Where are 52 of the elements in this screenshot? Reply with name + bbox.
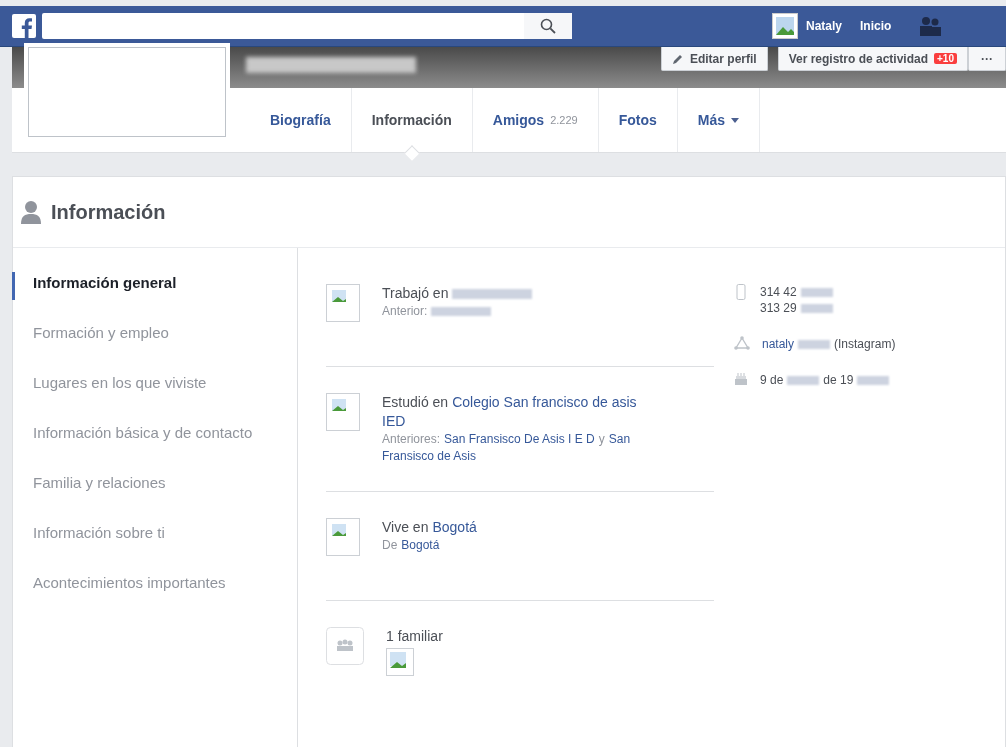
section-title: Información bbox=[51, 200, 166, 224]
redaction-mark bbox=[431, 307, 492, 317]
contact-text: 313 29 bbox=[760, 300, 837, 316]
entry-detail: Anterior: bbox=[382, 303, 537, 320]
triangle-nodes-icon bbox=[734, 336, 750, 350]
contact-text: nataly (Instagram) bbox=[762, 336, 897, 352]
entry-link[interactable]: Fransisco de Asis bbox=[382, 449, 477, 463]
contact-text: 314 42 bbox=[760, 284, 837, 300]
entry-detail: De Bogotá bbox=[382, 537, 441, 554]
entry-text: Estudió en Colegio San francisco de asis bbox=[382, 393, 638, 412]
entry-link[interactable]: Bogotá bbox=[432, 519, 477, 535]
broken-image-icon bbox=[326, 393, 360, 431]
broken-image-icon bbox=[772, 13, 798, 39]
more-button[interactable]: ··· bbox=[968, 47, 1006, 71]
pencil-icon bbox=[671, 52, 684, 65]
edit-profile-button[interactable]: Editar perfil bbox=[660, 47, 768, 71]
friend-count: 2.229 bbox=[550, 114, 578, 126]
entry-text: 1 familiar bbox=[386, 627, 444, 646]
search-field[interactable] bbox=[42, 13, 572, 39]
redaction-mark bbox=[800, 304, 833, 314]
profile-tab[interactable]: Más bbox=[677, 88, 761, 152]
broken-image-icon bbox=[326, 518, 360, 556]
entry-detail: Anteriores: San Fransisco De Asis I E D y San bbox=[382, 431, 632, 448]
profile-tab[interactable]: Biografía bbox=[250, 88, 352, 152]
logo-icon[interactable] bbox=[12, 14, 36, 38]
sidebar-item[interactable]: Información general bbox=[12, 272, 297, 300]
profile-tab[interactable]: Fotos bbox=[598, 88, 678, 152]
phone-icon bbox=[734, 284, 748, 300]
home-link[interactable]: Inicio bbox=[860, 19, 892, 33]
entry-link[interactable]: Bogotá bbox=[401, 538, 440, 552]
broken-image-icon bbox=[326, 284, 360, 322]
entry-text: Trabajó en bbox=[382, 284, 537, 303]
person-icon bbox=[21, 200, 41, 224]
contact-text: 9 de de 19 bbox=[760, 372, 894, 388]
redaction-mark bbox=[857, 376, 890, 386]
family-icon bbox=[326, 627, 364, 665]
entry-text: Vive en Bogotá bbox=[382, 518, 478, 537]
profile-link[interactable]: Nataly bbox=[772, 13, 843, 39]
redaction-mark bbox=[800, 288, 833, 298]
entry-link[interactable]: IED bbox=[382, 413, 406, 429]
profile-tab[interactable]: Amigos 2.229 bbox=[472, 88, 599, 152]
notification-badge: +10 bbox=[934, 53, 957, 64]
entry-link[interactable]: San bbox=[608, 432, 631, 446]
activity-log-button[interactable]: Ver registro de actividad +10 bbox=[777, 47, 968, 71]
search-icon[interactable] bbox=[524, 13, 572, 39]
profile-link[interactable]: nataly bbox=[762, 337, 795, 351]
entry-link[interactable]: Colegio San francisco de asis bbox=[452, 394, 637, 410]
cake-icon bbox=[734, 372, 748, 386]
entry-link[interactable]: San Fransisco De Asis I E D bbox=[444, 432, 595, 446]
redaction-mark bbox=[787, 376, 820, 386]
redaction-mark bbox=[798, 340, 831, 350]
profile-tab[interactable]: Información bbox=[351, 88, 473, 152]
